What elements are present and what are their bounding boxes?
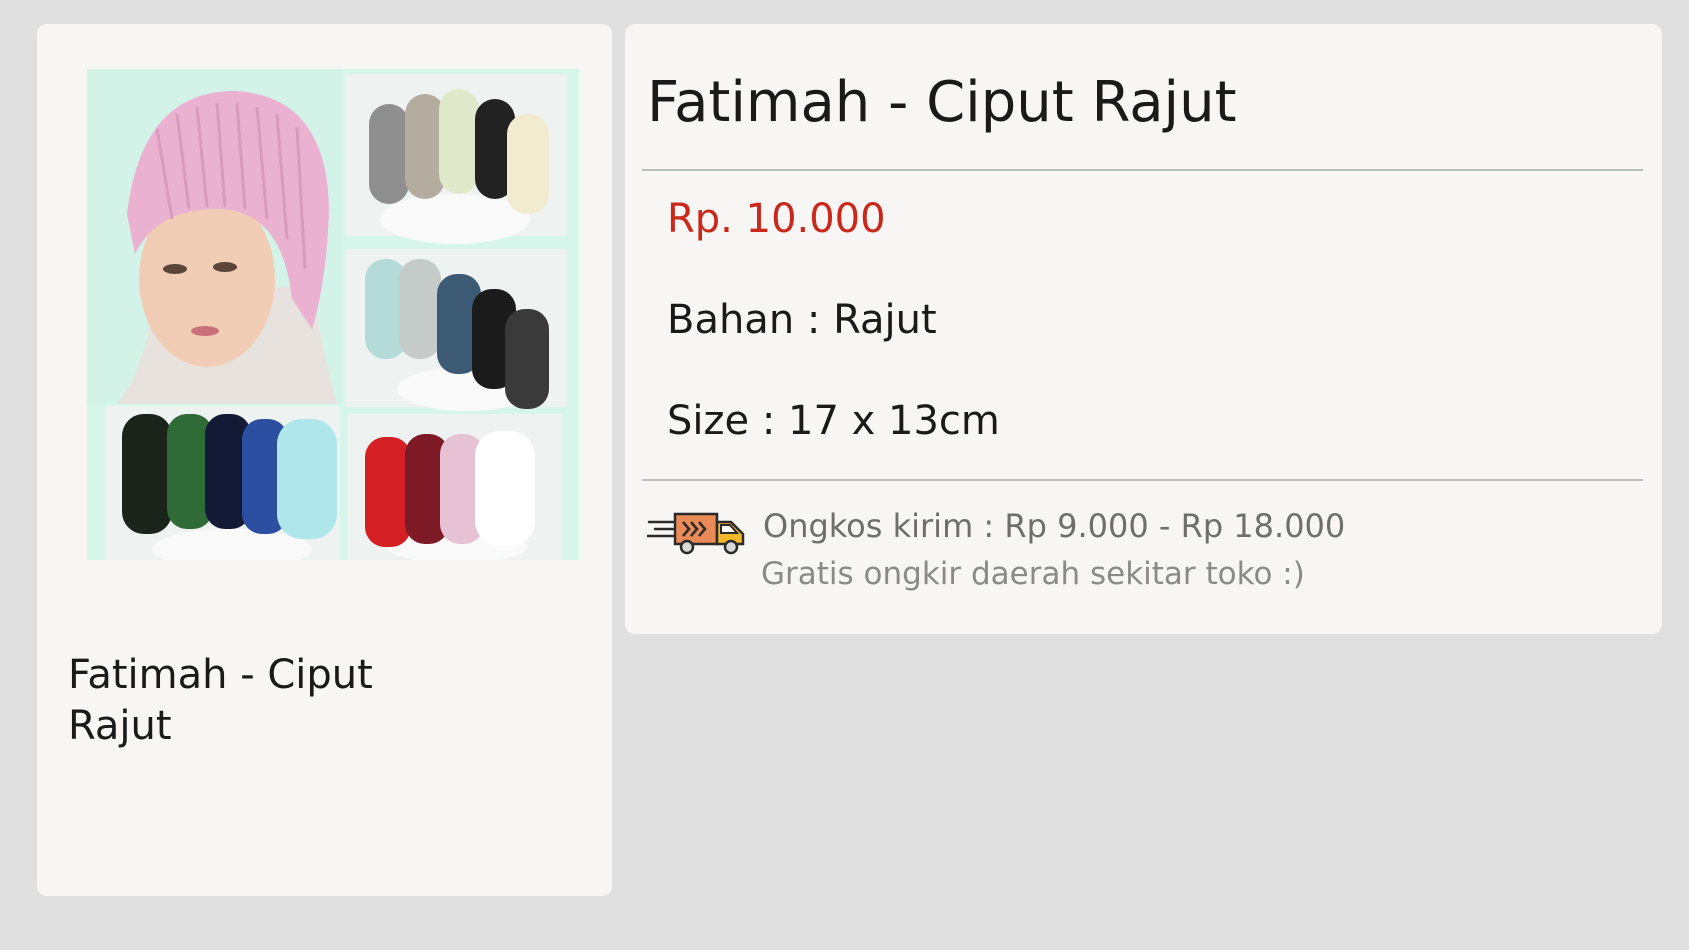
- product-price: Rp. 10.000: [667, 196, 886, 242]
- product-size: Size : 17 x 13cm: [667, 398, 1000, 444]
- divider: [642, 479, 1643, 481]
- free-shipping-note: Gratis ongkir daerah sekitar toko :): [761, 556, 1305, 592]
- product-photo-illustration: [87, 69, 579, 560]
- thumbnail-product-title[interactable]: Fatimah - Ciput Rajut: [68, 650, 408, 752]
- product-card-thumbnail[interactable]: Fatimah - Ciput Rajut: [37, 24, 612, 896]
- delivery-truck-icon: [645, 508, 747, 558]
- shipping-cost: Ongkos kirim : Rp 9.000 - Rp 18.000: [763, 507, 1346, 545]
- product-image[interactable]: [87, 69, 579, 560]
- divider: [642, 169, 1643, 171]
- product-detail-card: Fatimah - Ciput Rajut Rp. 10.000 Bahan :…: [625, 24, 1662, 634]
- product-title: Fatimah - Ciput Rajut: [647, 70, 1237, 135]
- product-material: Bahan : Rajut: [667, 297, 937, 343]
